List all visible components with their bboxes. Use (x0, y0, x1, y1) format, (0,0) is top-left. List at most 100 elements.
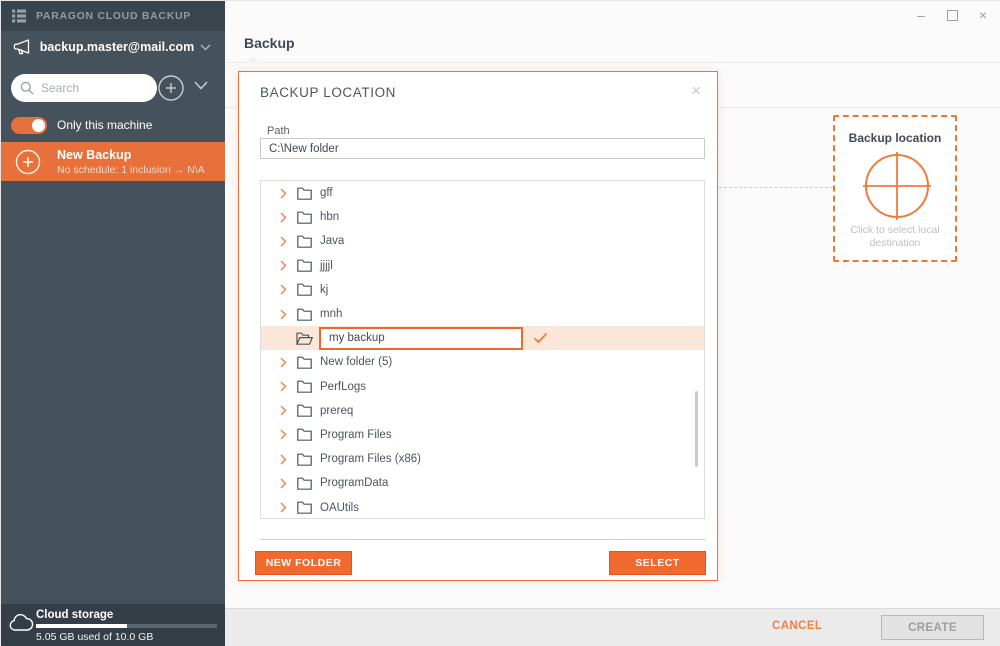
tree-row[interactable]: Program Files (261, 423, 704, 447)
folder-icon (297, 235, 312, 248)
search-input[interactable] (41, 81, 141, 95)
storage-usage-text: 5.05 GB used of 10.0 GB (36, 631, 153, 643)
folder-icon (297, 211, 312, 224)
folder-name: gff (320, 187, 333, 199)
tree-row[interactable]: kj (261, 278, 704, 302)
tree-row[interactable]: PerfLogs (261, 375, 704, 399)
tab-pointer (246, 56, 260, 63)
storage-progress-fill (36, 624, 127, 628)
sidebar-item-new-backup[interactable]: New Backup No schedule: 1 inclusion → N\… (1, 142, 225, 181)
tree-row[interactable]: jjjjl (261, 254, 704, 278)
chevron-right-icon[interactable] (280, 260, 287, 271)
tree-row[interactable]: ProgramData (261, 471, 704, 495)
folder-icon (297, 187, 312, 200)
cancel-button[interactable]: CANCEL (772, 620, 822, 632)
chevron-down-icon[interactable] (200, 44, 211, 51)
tree-row[interactable]: New folder (5) (261, 350, 704, 374)
tree-row[interactable]: hbn (261, 205, 704, 229)
plus-circle-icon (15, 149, 41, 175)
window-controls: – × (911, 5, 993, 25)
backup-location-dialog: BACKUP LOCATION × Path gffhbnJavajjjjlkj… (238, 71, 718, 581)
chevron-right-icon[interactable] (280, 454, 287, 465)
chevron-right-icon[interactable] (280, 478, 287, 489)
folder-name: PerfLogs (320, 381, 366, 393)
toggle-label: Only this machine (57, 118, 152, 132)
folder-icon (297, 259, 312, 272)
chevron-right-icon[interactable] (280, 212, 287, 223)
tree-row[interactable]: Program Files (x86) (261, 447, 704, 471)
folder-name-input[interactable] (319, 327, 523, 350)
chevron-right-icon[interactable] (280, 284, 287, 295)
minimize-button[interactable]: – (911, 5, 931, 25)
folder-icon (297, 308, 312, 321)
chevron-down-icon[interactable] (194, 81, 208, 90)
chevron-right-icon[interactable] (280, 357, 287, 368)
chevron-right-icon[interactable] (280, 381, 287, 392)
backup-location-card[interactable]: Backup location Click to select local de… (833, 115, 957, 262)
cloud-storage-panel: Cloud storage 5.05 GB used of 10.0 GB (1, 604, 225, 646)
app-title: PARAGON CLOUD BACKUP (36, 10, 191, 22)
app-logo-icon (11, 8, 27, 24)
folder-name: hbn (320, 211, 339, 223)
sidebar: PARAGON CLOUD BACKUP backup.master@mail.… (1, 1, 225, 646)
location-card-title: Backup location (835, 131, 955, 145)
chevron-right-icon[interactable] (280, 405, 287, 416)
backup-item-subtitle: No schedule: 1 inclusion → N\A (57, 164, 205, 176)
folder-name: Java (320, 235, 344, 247)
folder-open-icon (296, 332, 313, 345)
search-box[interactable] (11, 74, 157, 102)
tree-row[interactable]: OAUtils (261, 495, 704, 519)
folder-icon (297, 501, 312, 514)
folder-icon (297, 283, 312, 296)
page-title: Backup (244, 35, 295, 51)
chevron-right-icon[interactable] (280, 429, 287, 440)
tree-row[interactable]: mnh (261, 302, 704, 326)
maximize-icon (947, 10, 958, 21)
tree-row[interactable]: prereq (261, 399, 704, 423)
select-button[interactable]: SELECT (609, 551, 706, 575)
chevron-right-icon[interactable] (280, 236, 287, 247)
create-button[interactable]: CREATE (881, 615, 984, 640)
toggle-knob (32, 119, 45, 132)
chevron-right-icon[interactable] (280, 188, 287, 199)
megaphone-icon[interactable] (13, 37, 34, 57)
folder-name: OAUtils (320, 502, 359, 514)
header-divider (225, 62, 1000, 63)
account-email[interactable]: backup.master@mail.com (34, 40, 200, 54)
cloud-icon (8, 613, 34, 632)
account-row[interactable]: backup.master@mail.com (1, 33, 225, 61)
only-this-machine-toggle[interactable] (11, 117, 47, 134)
chevron-right-icon[interactable] (280, 502, 287, 513)
folder-name: New folder (5) (320, 356, 392, 368)
add-backup-button[interactable] (158, 75, 184, 101)
dialog-footer-divider (260, 539, 706, 540)
dialog-close-icon[interactable]: × (691, 81, 701, 101)
path-input[interactable] (260, 138, 705, 159)
sidebar-header: PARAGON CLOUD BACKUP (1, 1, 225, 31)
close-button[interactable]: × (973, 5, 993, 25)
folder-icon (297, 428, 312, 441)
folder-name: prereq (320, 405, 353, 417)
check-icon (533, 332, 548, 344)
folder-name: mnh (320, 308, 342, 320)
folder-icon (297, 380, 312, 393)
tree-row[interactable]: Java (261, 229, 704, 253)
folder-name: Program Files (320, 429, 392, 441)
tree-row[interactable]: gff (261, 181, 704, 205)
folder-name: ProgramData (320, 477, 388, 489)
path-label: Path (267, 125, 290, 137)
new-folder-button[interactable]: NEW FOLDER (255, 551, 352, 575)
machine-toggle-row: Only this machine (1, 116, 225, 134)
maximize-button[interactable] (942, 5, 962, 25)
dashed-connector-line (719, 187, 833, 188)
folder-icon (297, 404, 312, 417)
folder-name: kj (320, 284, 328, 296)
backup-item-title: New Backup (57, 148, 131, 162)
search-icon (20, 81, 34, 95)
folder-tree: gff hbn Java jjjjl kj mnh New folder (5) PerfLo… (260, 180, 705, 519)
tree-scrollbar-thumb[interactable] (695, 391, 698, 467)
folder-name: jjjjl (320, 260, 333, 272)
app-window: PARAGON CLOUD BACKUP backup.master@mail.… (0, 0, 1000, 645)
tree-row[interactable] (261, 326, 704, 350)
chevron-right-icon[interactable] (280, 309, 287, 320)
